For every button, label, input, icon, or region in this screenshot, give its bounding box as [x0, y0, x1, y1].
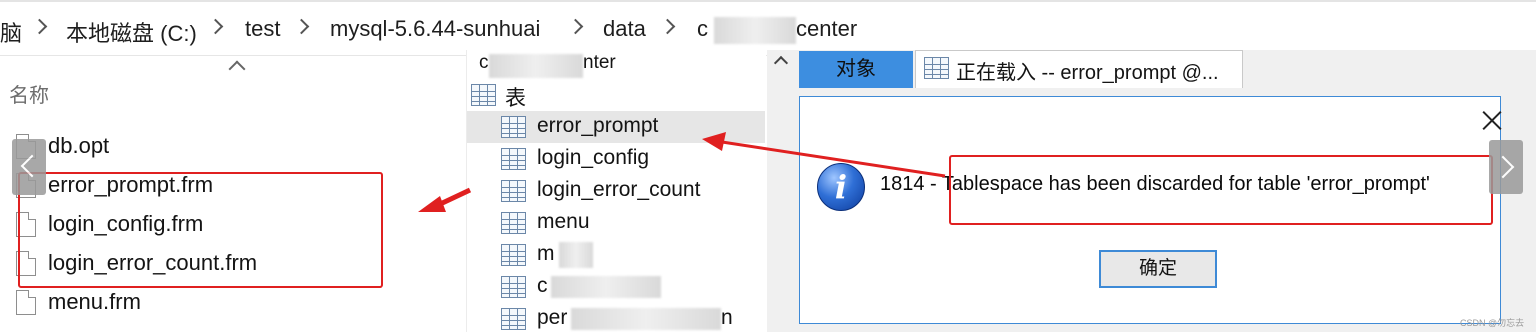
table-grid-icon [501, 212, 526, 234]
table-name: login_config [537, 146, 650, 169]
redacted-mask [714, 17, 796, 44]
redacted-mask [571, 308, 721, 330]
sort-ascending-icon[interactable] [228, 60, 246, 78]
close-icon [1481, 109, 1503, 131]
breadcrumb-chevron-icon[interactable] [293, 18, 310, 35]
table-grid-icon [501, 148, 526, 170]
file-name: menu.frm [48, 289, 141, 314]
watermark-text: CSDN @勿忘去 [1460, 318, 1525, 328]
tree-item-table[interactable]: login_error_count [467, 175, 765, 207]
table-name: per [537, 306, 568, 329]
breadcrumb-chevron-icon[interactable] [659, 18, 676, 35]
info-icon: i [817, 163, 865, 211]
tables-group-node[interactable]: 表 [469, 81, 749, 111]
file-row[interactable]: db.opt [16, 129, 376, 163]
column-header-name[interactable]: 名称 [9, 79, 49, 108]
breadcrumb-chevron-icon[interactable] [207, 18, 224, 35]
table-grid-icon [471, 84, 496, 106]
tab-objects[interactable]: 对象 [799, 51, 913, 88]
editor-area: 对象 正在载入 -- error_prompt @... i 1814 - Ta… [767, 50, 1536, 332]
tab-loading-label: 正在载入 -- error_prompt @... [956, 62, 1219, 84]
dialog-close-button[interactable] [1474, 105, 1510, 137]
table-name: menu [537, 210, 590, 233]
tree-item-table[interactable]: login_config [467, 143, 765, 175]
redacted-mask [559, 242, 593, 268]
breadcrumb-item-database-start[interactable]: c [697, 16, 708, 42]
breadcrumb-item-database-end[interactable]: center [796, 16, 857, 42]
address-breadcrumb: 脑 本地磁盘 (C:) test mysql-5.6.44-sunhuai da… [0, 0, 1536, 56]
tables-group-label: 表 [505, 87, 526, 110]
table-grid-icon [501, 276, 526, 298]
table-grid-icon [501, 116, 526, 138]
tree-item-table[interactable]: per n [467, 303, 765, 332]
file-row[interactable]: menu.frm [16, 285, 376, 319]
error-dialog: i 1814 - Tablespace has been discarded f… [799, 96, 1501, 324]
table-name-end: n [721, 306, 733, 329]
redacted-mask [551, 276, 661, 298]
database-node-start[interactable]: c [479, 52, 489, 74]
breadcrumb-item-computer[interactable]: 脑 [0, 16, 22, 48]
table-name: error_prompt [537, 114, 659, 137]
tree-item-table[interactable]: c [467, 271, 765, 303]
annotation-highlight-box [949, 155, 1493, 225]
table-grid-icon [501, 308, 526, 330]
file-name: db.opt [48, 133, 110, 158]
tree-item-table[interactable]: menu [467, 207, 765, 239]
object-tree-pane: c nter 表 error_prompt login_config login… [466, 50, 766, 332]
tree-item-table[interactable]: error_prompt [467, 111, 765, 143]
tab-loading-table[interactable]: 正在载入 -- error_prompt @... [915, 50, 1243, 88]
ok-button[interactable]: 确定 [1099, 250, 1217, 288]
table-grid-icon [924, 57, 949, 79]
breadcrumb-chevron-icon[interactable] [31, 18, 48, 35]
table-name: m [537, 242, 555, 265]
database-node-end[interactable]: nter [583, 52, 616, 74]
table-grid-icon [501, 244, 526, 266]
table-name: login_error_count [537, 178, 701, 201]
annotation-highlight-box [18, 172, 383, 288]
breadcrumb-item-drive-c[interactable]: 本地磁盘 (C:) [66, 16, 197, 48]
collapse-up-icon[interactable] [773, 55, 789, 71]
table-name: c [537, 274, 548, 297]
file-list-pane: 名称 db.opt error_prompt.frm login_config.… [0, 57, 465, 332]
breadcrumb-item-data[interactable]: data [603, 16, 646, 42]
breadcrumb-item-mysql[interactable]: mysql-5.6.44-sunhuai [330, 16, 540, 42]
tree-item-table[interactable]: m [467, 239, 765, 271]
table-grid-icon [501, 180, 526, 202]
file-icon [16, 290, 36, 315]
breadcrumb-item-test[interactable]: test [245, 16, 280, 42]
previous-image-button[interactable] [12, 139, 46, 195]
next-image-button[interactable] [1489, 140, 1523, 194]
redacted-mask [489, 54, 583, 78]
breadcrumb-chevron-icon[interactable] [567, 18, 584, 35]
